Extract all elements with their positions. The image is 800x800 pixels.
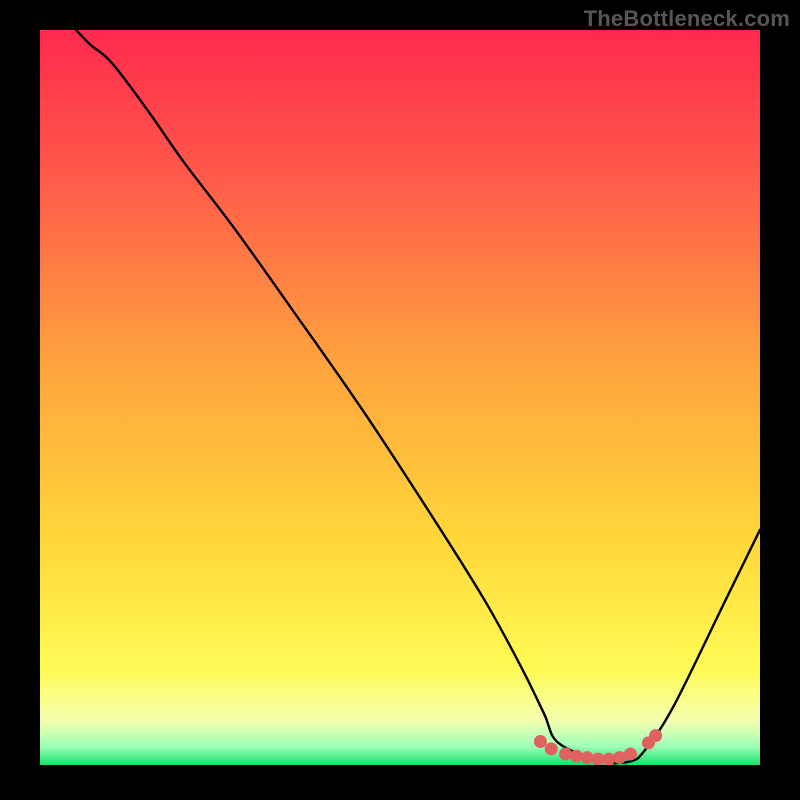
marker-dot [649,729,662,742]
marker-dot [534,735,547,748]
bottleneck-chart [0,0,800,800]
gradient-background [40,30,760,765]
marker-dot [624,747,637,760]
marker-dot [545,742,558,755]
chart-frame: { "watermark": "TheBottleneck.com", "cha… [0,0,800,800]
marker-dot [559,747,572,760]
